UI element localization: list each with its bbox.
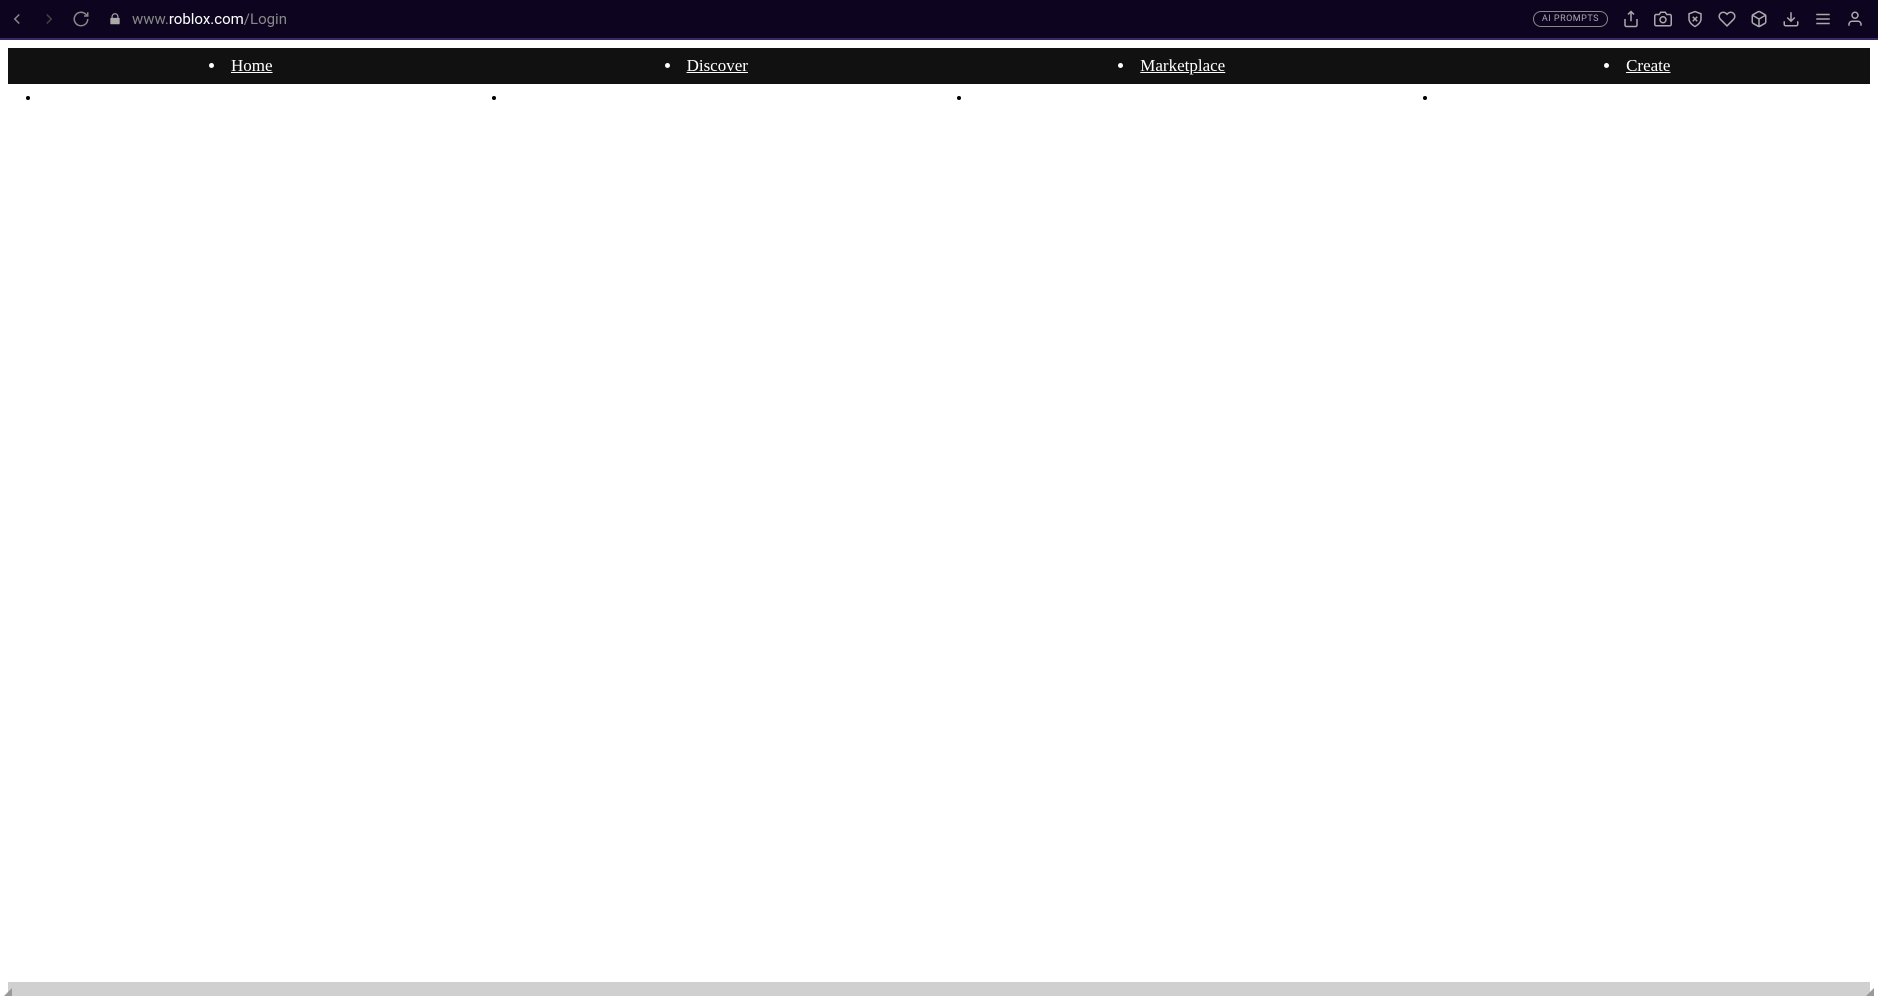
toolbar-right: AI PROMPTS xyxy=(1533,10,1870,28)
browser-chrome: www.roblox.com/Login AI PROMPTS xyxy=(0,0,1878,40)
shield-x-icon xyxy=(1686,10,1704,28)
chevron-right-icon xyxy=(40,10,58,28)
heart-icon xyxy=(1718,10,1736,28)
extensions-button[interactable] xyxy=(1750,10,1768,28)
nav-list: Home Discover Marketplace Create xyxy=(8,56,1870,76)
camera-icon xyxy=(1654,10,1672,28)
download-icon xyxy=(1782,10,1800,28)
box-icon xyxy=(1750,10,1768,28)
url-path: /Login xyxy=(244,10,287,28)
list-item xyxy=(474,90,940,106)
back-button[interactable] xyxy=(8,10,26,28)
menu-icon xyxy=(1814,10,1832,28)
list-item xyxy=(939,90,1405,106)
url-bar[interactable]: www.roblox.com/Login xyxy=(102,10,1533,28)
nav-item-discover: Discover xyxy=(474,56,940,76)
secondary-list xyxy=(0,90,1878,106)
favorites-button[interactable] xyxy=(1718,10,1736,28)
share-icon xyxy=(1622,10,1640,28)
lock-icon xyxy=(108,12,122,26)
share-button[interactable] xyxy=(1622,10,1640,28)
nav-item-marketplace: Marketplace xyxy=(939,56,1405,76)
reload-icon xyxy=(72,10,90,28)
nav-link-create[interactable]: Create xyxy=(1626,56,1670,75)
secondary-list-ul xyxy=(8,90,1870,106)
screenshot-button[interactable] xyxy=(1654,10,1672,28)
user-icon xyxy=(1846,10,1864,28)
chevron-left-icon xyxy=(8,10,26,28)
list-item xyxy=(1405,90,1871,106)
horizontal-scrollbar[interactable] xyxy=(8,982,1870,996)
nav-controls xyxy=(8,10,90,28)
nav-item-home: Home xyxy=(8,56,474,76)
forward-button[interactable] xyxy=(40,10,58,28)
account-button[interactable] xyxy=(1846,10,1864,28)
adblock-button[interactable] xyxy=(1686,10,1704,28)
url-domain: roblox.com xyxy=(169,10,244,28)
nav-item-create: Create xyxy=(1405,56,1871,76)
list-item xyxy=(8,90,474,106)
reload-button[interactable] xyxy=(72,10,90,28)
page-nav: Home Discover Marketplace Create xyxy=(8,48,1870,84)
nav-link-marketplace[interactable]: Marketplace xyxy=(1140,56,1225,75)
ai-prompts-button[interactable]: AI PROMPTS xyxy=(1533,11,1608,27)
menu-button[interactable] xyxy=(1814,10,1832,28)
nav-link-discover[interactable]: Discover xyxy=(687,56,748,75)
downloads-button[interactable] xyxy=(1782,10,1800,28)
nav-link-home[interactable]: Home xyxy=(231,56,273,75)
url-subdomain: www. xyxy=(132,10,169,28)
